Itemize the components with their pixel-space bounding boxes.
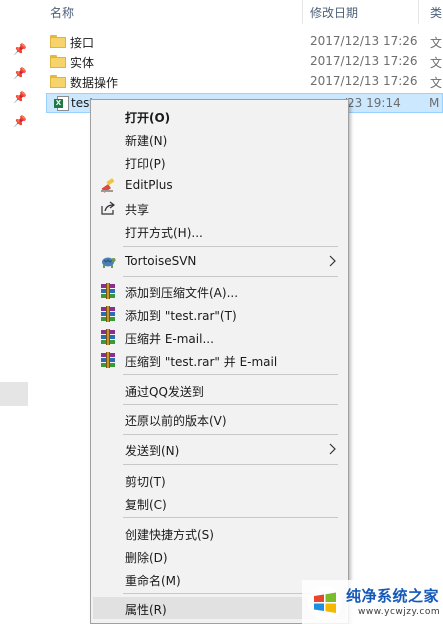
file-row[interactable]: 接口 2017/12/13 17:26 文 [42,32,443,52]
column-header: ⌃ 名称 修改日期 类 [42,0,443,24]
submenu-arrow-icon [328,253,338,269]
file-type: 文 [430,76,443,90]
folder-icon [50,55,66,68]
menu-item-send-to[interactable]: 发送到(N) [93,438,346,460]
pin-icon[interactable]: 📌 [13,92,27,104]
menu-item-create-shortcut[interactable]: 创建快捷方式(S) [93,522,346,544]
menu-item-label: 添加到 "test.rar"(T) [125,309,237,323]
menu-item-label: 复制(C) [125,498,167,512]
menu-item-label: 压缩并 E-mail... [125,332,214,346]
file-type: M [429,96,440,110]
watermark: 纯净系统之家 www.ycwjzy.com [302,580,443,624]
menu-item-label: 发送到(N) [125,444,180,458]
winrar-icon [100,352,116,368]
menu-separator [123,464,338,465]
menu-item-compress-email[interactable]: 压缩并 E-mail... [93,326,346,348]
menu-item-label: 添加到压缩文件(A)... [125,286,239,300]
menu-item-label: 还原以前的版本(V) [125,414,227,428]
menu-item-label: 打印(P) [125,157,166,171]
file-name: 实体 [70,56,95,70]
menu-separator [123,246,338,247]
folder-icon [50,35,66,48]
menu-item-label: 剪切(T) [125,475,166,489]
editplus-icon [100,177,116,193]
file-date: 2017/12/13 17:26 [310,54,418,68]
tortoisesvn-icon [100,253,116,269]
menu-item-label: 打开(O) [125,111,171,125]
menu-item-restore-previous[interactable]: 还原以前的版本(V) [93,408,346,430]
watermark-title: 纯净系统之家 [346,587,440,605]
column-divider[interactable] [302,0,303,24]
menu-item-label: 重命名(M) [125,574,181,588]
file-name: 接口 [70,36,95,50]
file-type: 文 [430,56,443,70]
menu-separator [123,434,338,435]
menu-item-add-to-test-rar[interactable]: 添加到 "test.rar"(T) [93,303,346,325]
menu-item-new[interactable]: 新建(N) [93,128,346,150]
windows-logo-icon [308,586,342,620]
sort-caret-icon: ⌃ [210,0,218,6]
file-date: 2017/12/13 17:26 [310,74,418,88]
menu-item-open-with[interactable]: 打开方式(H)... [93,220,346,242]
nav-item-highlight[interactable] [0,382,28,406]
winrar-icon [100,283,116,299]
menu-item-editplus[interactable]: EditPlus [93,174,346,196]
submenu-arrow-icon [328,441,338,457]
menu-item-label: 共享 [125,203,150,217]
watermark-url: www.ycwjzy.com [358,607,441,617]
pin-icon[interactable]: 📌 [13,44,27,56]
menu-item-open[interactable]: 打开(O) [93,105,346,127]
menu-item-label: 通过QQ发送到 [125,385,204,399]
file-row[interactable]: 实体 2017/12/13 17:26 文 [42,52,443,72]
column-name[interactable]: 名称 [50,4,74,21]
excel-file-icon: X [54,96,70,112]
menu-item-label: 创建快捷方式(S) [125,528,214,542]
menu-separator [123,374,338,375]
share-icon [100,200,116,216]
menu-item-delete[interactable]: 删除(D) [93,545,346,567]
column-divider[interactable] [418,0,419,24]
file-type: 文 [430,36,443,50]
menu-item-label: 属性(R) [125,603,167,617]
column-date[interactable]: 修改日期 [310,4,358,21]
menu-item-send-via-qq[interactable]: 通过QQ发送到 [93,379,346,401]
menu-separator [123,276,338,277]
menu-item-share[interactable]: 共享 [93,197,346,219]
folder-icon [50,75,66,88]
menu-item-compress-test-rar-email[interactable]: 压缩到 "test.rar" 并 E-mail [93,349,346,371]
pin-icon[interactable]: 📌 [13,116,27,128]
menu-item-print[interactable]: 打印(P) [93,151,346,173]
menu-item-cut[interactable]: 剪切(T) [93,469,346,491]
file-row[interactable]: 数据操作 2017/12/13 17:26 文 [42,72,443,92]
menu-item-tortoisesvn[interactable]: TortoiseSVN [93,250,346,272]
menu-item-label: 打开方式(H)... [125,226,203,240]
menu-item-label: 压缩到 "test.rar" 并 E-mail [125,355,278,369]
menu-item-copy[interactable]: 复制(C) [93,492,346,514]
column-type[interactable]: 类 [430,4,442,21]
winrar-icon [100,329,116,345]
pin-icon[interactable]: 📌 [13,68,27,80]
file-date: /23 19:14 [343,96,401,110]
menu-separator [123,517,338,518]
winrar-icon [100,306,116,322]
menu-item-label: 新建(N) [125,134,168,148]
menu-item-label: 删除(D) [125,551,168,565]
menu-item-add-to-archive[interactable]: 添加到压缩文件(A)... [93,280,346,302]
menu-item-label: EditPlus [125,178,173,192]
navigation-pane: 📌 📌 📌 📌 [0,0,42,624]
file-name: 数据操作 [70,76,119,90]
context-menu: 打开(O) 新建(N) 打印(P) EditPlus 共享 打开方式(H)...… [90,99,349,624]
menu-item-label: TortoiseSVN [125,254,197,268]
menu-separator [123,404,338,405]
file-date: 2017/12/13 17:26 [310,34,418,48]
